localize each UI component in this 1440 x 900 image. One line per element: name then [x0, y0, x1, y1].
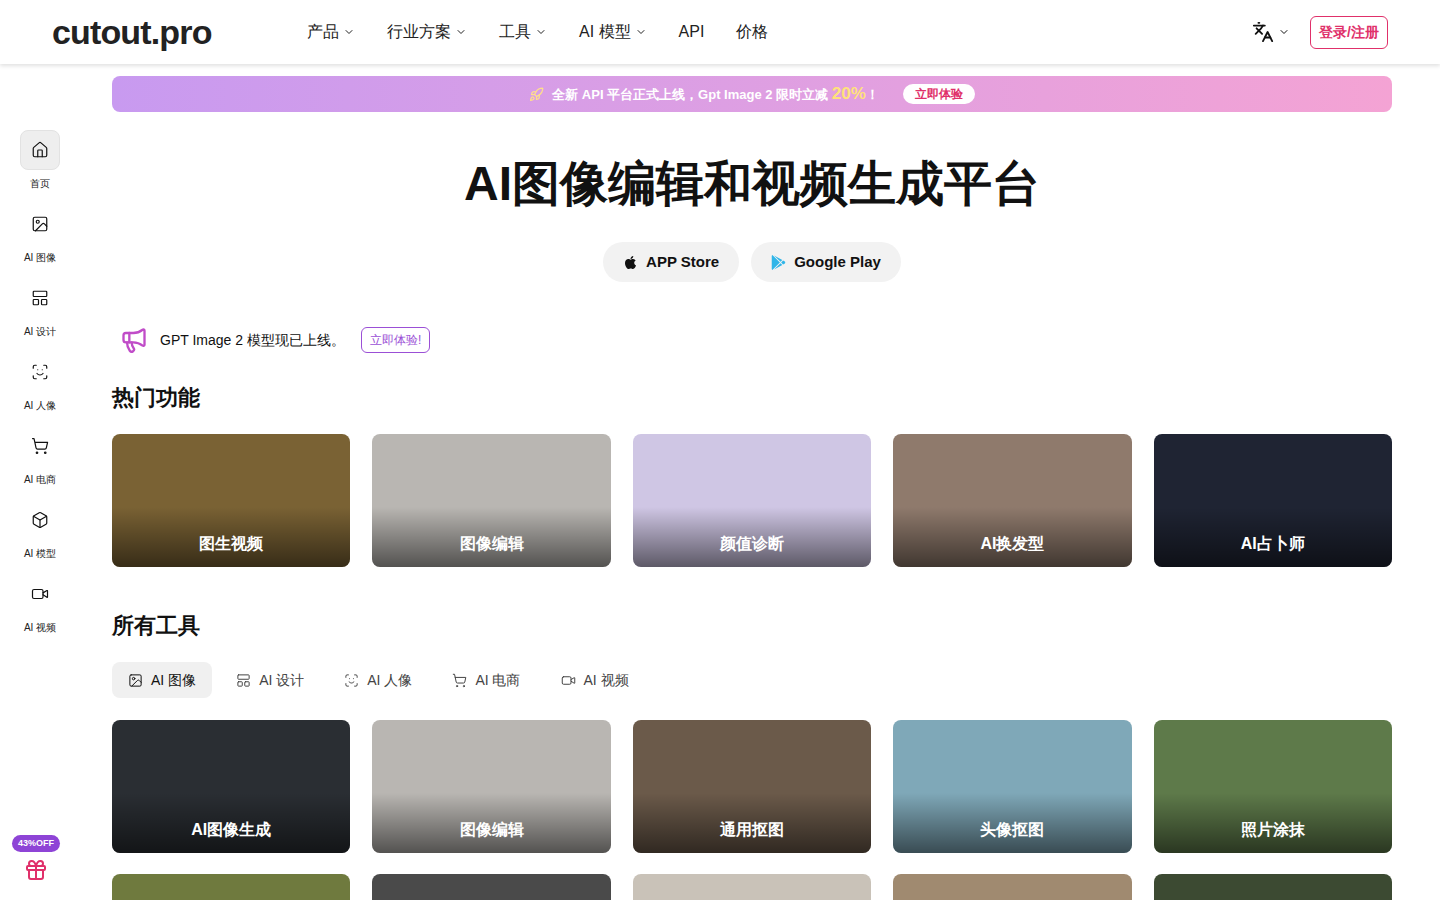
tool-card[interactable] [1154, 874, 1392, 900]
store-button[interactable]: Google Play [751, 242, 901, 282]
tool-cards-more [112, 874, 1392, 900]
card-label: 图像编辑 [372, 533, 610, 555]
body: 首页AI 图像AI 设计AI 人像AI 电商AI 模型AI 视频43%OFF全新… [0, 64, 1440, 900]
tool-card[interactable]: 通用抠图 [633, 720, 871, 853]
chevron-icon [343, 26, 355, 38]
tool-card[interactable] [633, 874, 871, 900]
hot-card[interactable]: AI占卜师 [1154, 434, 1392, 567]
sidebar-item[interactable]: AI 设计 [20, 278, 60, 352]
sidebar-icon [31, 289, 49, 307]
announcement: GPT Image 2 模型现已上线。立即体验! [112, 326, 1392, 354]
chevron-icon [635, 26, 647, 38]
card-label: 头像抠图 [893, 819, 1131, 841]
tab-icon [236, 673, 251, 688]
language-switch[interactable] [1252, 21, 1290, 43]
tools-tab[interactable]: AI 视频 [545, 662, 645, 698]
chevron-icon [455, 26, 467, 38]
chevron-icon [535, 26, 547, 38]
hero-title: AI图像编辑和视频生成平台 [112, 154, 1392, 214]
tools-tab[interactable]: AI 设计 [220, 662, 320, 698]
sidebar-icon [31, 585, 49, 603]
tools-tab[interactable]: AI 图像 [112, 662, 212, 698]
sidebar: 首页AI 图像AI 设计AI 人像AI 电商AI 模型AI 视频 43%OFF [0, 64, 80, 900]
google-play-icon [771, 255, 786, 270]
promo-badge: 43%OFF [12, 835, 60, 853]
banner-button[interactable]: 立即体验 [903, 84, 975, 104]
tool-card[interactable]: AI图像生成 [112, 720, 350, 853]
nav-item[interactable]: 价格 [736, 20, 768, 44]
main-content: 全新 API 平台正式上线，Gpt Image 2 限时立减 20%！立即体验 A… [80, 64, 1440, 900]
tools-tabs: AI 图像AI 设计AI 人像AI 电商AI 视频 [112, 662, 1392, 698]
page: cutout.pro产品行业方案工具AI 模型API价格登录/注册首页AI 图像… [0, 0, 1440, 900]
nav-item[interactable]: 工具 [499, 20, 547, 44]
tool-card[interactable] [893, 874, 1131, 900]
sidebar-icon [31, 215, 49, 233]
sidebar-icon [31, 141, 49, 159]
main-nav: 产品 行业方案 工具 AI 模型 API 价格 [307, 20, 768, 44]
translate-icon [1252, 21, 1274, 43]
megaphone-icon [120, 326, 148, 354]
tools-title: 所有工具 [112, 612, 1392, 640]
sidebar-item[interactable]: 首页 [20, 130, 60, 204]
tab-icon [128, 673, 143, 688]
top-nav: cutout.pro产品 行业方案 工具 AI 模型 API 价格 登录/注册 [0, 0, 1440, 64]
sidebar-icon [31, 437, 49, 455]
sidebar-icon [31, 511, 49, 529]
card-label: 通用抠图 [633, 819, 871, 841]
tool-card[interactable]: 照片涂抹 [1154, 720, 1392, 853]
nav-item[interactable]: 产品 [307, 20, 355, 44]
card-label: 照片涂抹 [1154, 819, 1392, 841]
nav-item[interactable]: AI 模型 [579, 20, 647, 44]
store-buttons: APP Store Google Play [112, 242, 1392, 282]
promo[interactable]: 43%OFF [12, 835, 60, 883]
chevron-icon [1278, 26, 1290, 38]
card-label: 图生视频 [112, 533, 350, 555]
rocket-icon [529, 87, 544, 102]
tool-card[interactable]: 头像抠图 [893, 720, 1131, 853]
nav-item[interactable]: 行业方案 [387, 20, 467, 44]
card-label: AI图像生成 [112, 819, 350, 841]
tab-icon [452, 673, 467, 688]
store-button[interactable]: APP Store [603, 242, 739, 282]
hot-card[interactable]: 颜值诊断 [633, 434, 871, 567]
tool-cards: AI图像生成图像编辑 通用抠图头像抠图 照片涂抹 [112, 720, 1392, 853]
hot-title: 热门功能 [112, 384, 1392, 412]
card-label: 图像编辑 [372, 819, 610, 841]
sidebar-item[interactable]: AI 图像 [20, 204, 60, 278]
card-label: AI占卜师 [1154, 533, 1392, 555]
login-button[interactable]: 登录/注册 [1310, 16, 1388, 49]
announcement-button[interactable]: 立即体验! [361, 327, 430, 353]
sidebar-icon [31, 363, 49, 381]
card-label: 颜值诊断 [633, 533, 871, 555]
card-label: AI换发型 [893, 533, 1131, 555]
sidebar-item[interactable]: AI 模型 [20, 500, 60, 574]
tab-icon [561, 673, 576, 688]
apple-icon [623, 255, 638, 270]
hot-card[interactable]: AI换发型 [893, 434, 1131, 567]
sidebar-item[interactable]: AI 人像 [20, 352, 60, 426]
hot-card[interactable]: 图生视频 [112, 434, 350, 567]
sidebar-item[interactable]: AI 视频 [20, 574, 60, 648]
tool-card[interactable] [112, 874, 350, 900]
gift-icon [24, 858, 48, 882]
tools-tab[interactable]: AI 人像 [328, 662, 428, 698]
tool-card[interactable] [372, 874, 610, 900]
tools-tab[interactable]: AI 电商 [436, 662, 536, 698]
tab-icon [344, 673, 359, 688]
hot-card[interactable]: 图像编辑 [372, 434, 610, 567]
hot-cards: 图生视频图像编辑 颜值诊断 AI换发型 AI占卜师 [112, 434, 1392, 567]
nav-item[interactable]: API [679, 20, 705, 44]
logo[interactable]: cutout.pro [52, 15, 307, 49]
tool-card[interactable]: 图像编辑 [372, 720, 610, 853]
sidebar-item[interactable]: AI 电商 [20, 426, 60, 500]
promo-banner[interactable]: 全新 API 平台正式上线，Gpt Image 2 限时立减 20%！立即体验 [112, 76, 1392, 112]
